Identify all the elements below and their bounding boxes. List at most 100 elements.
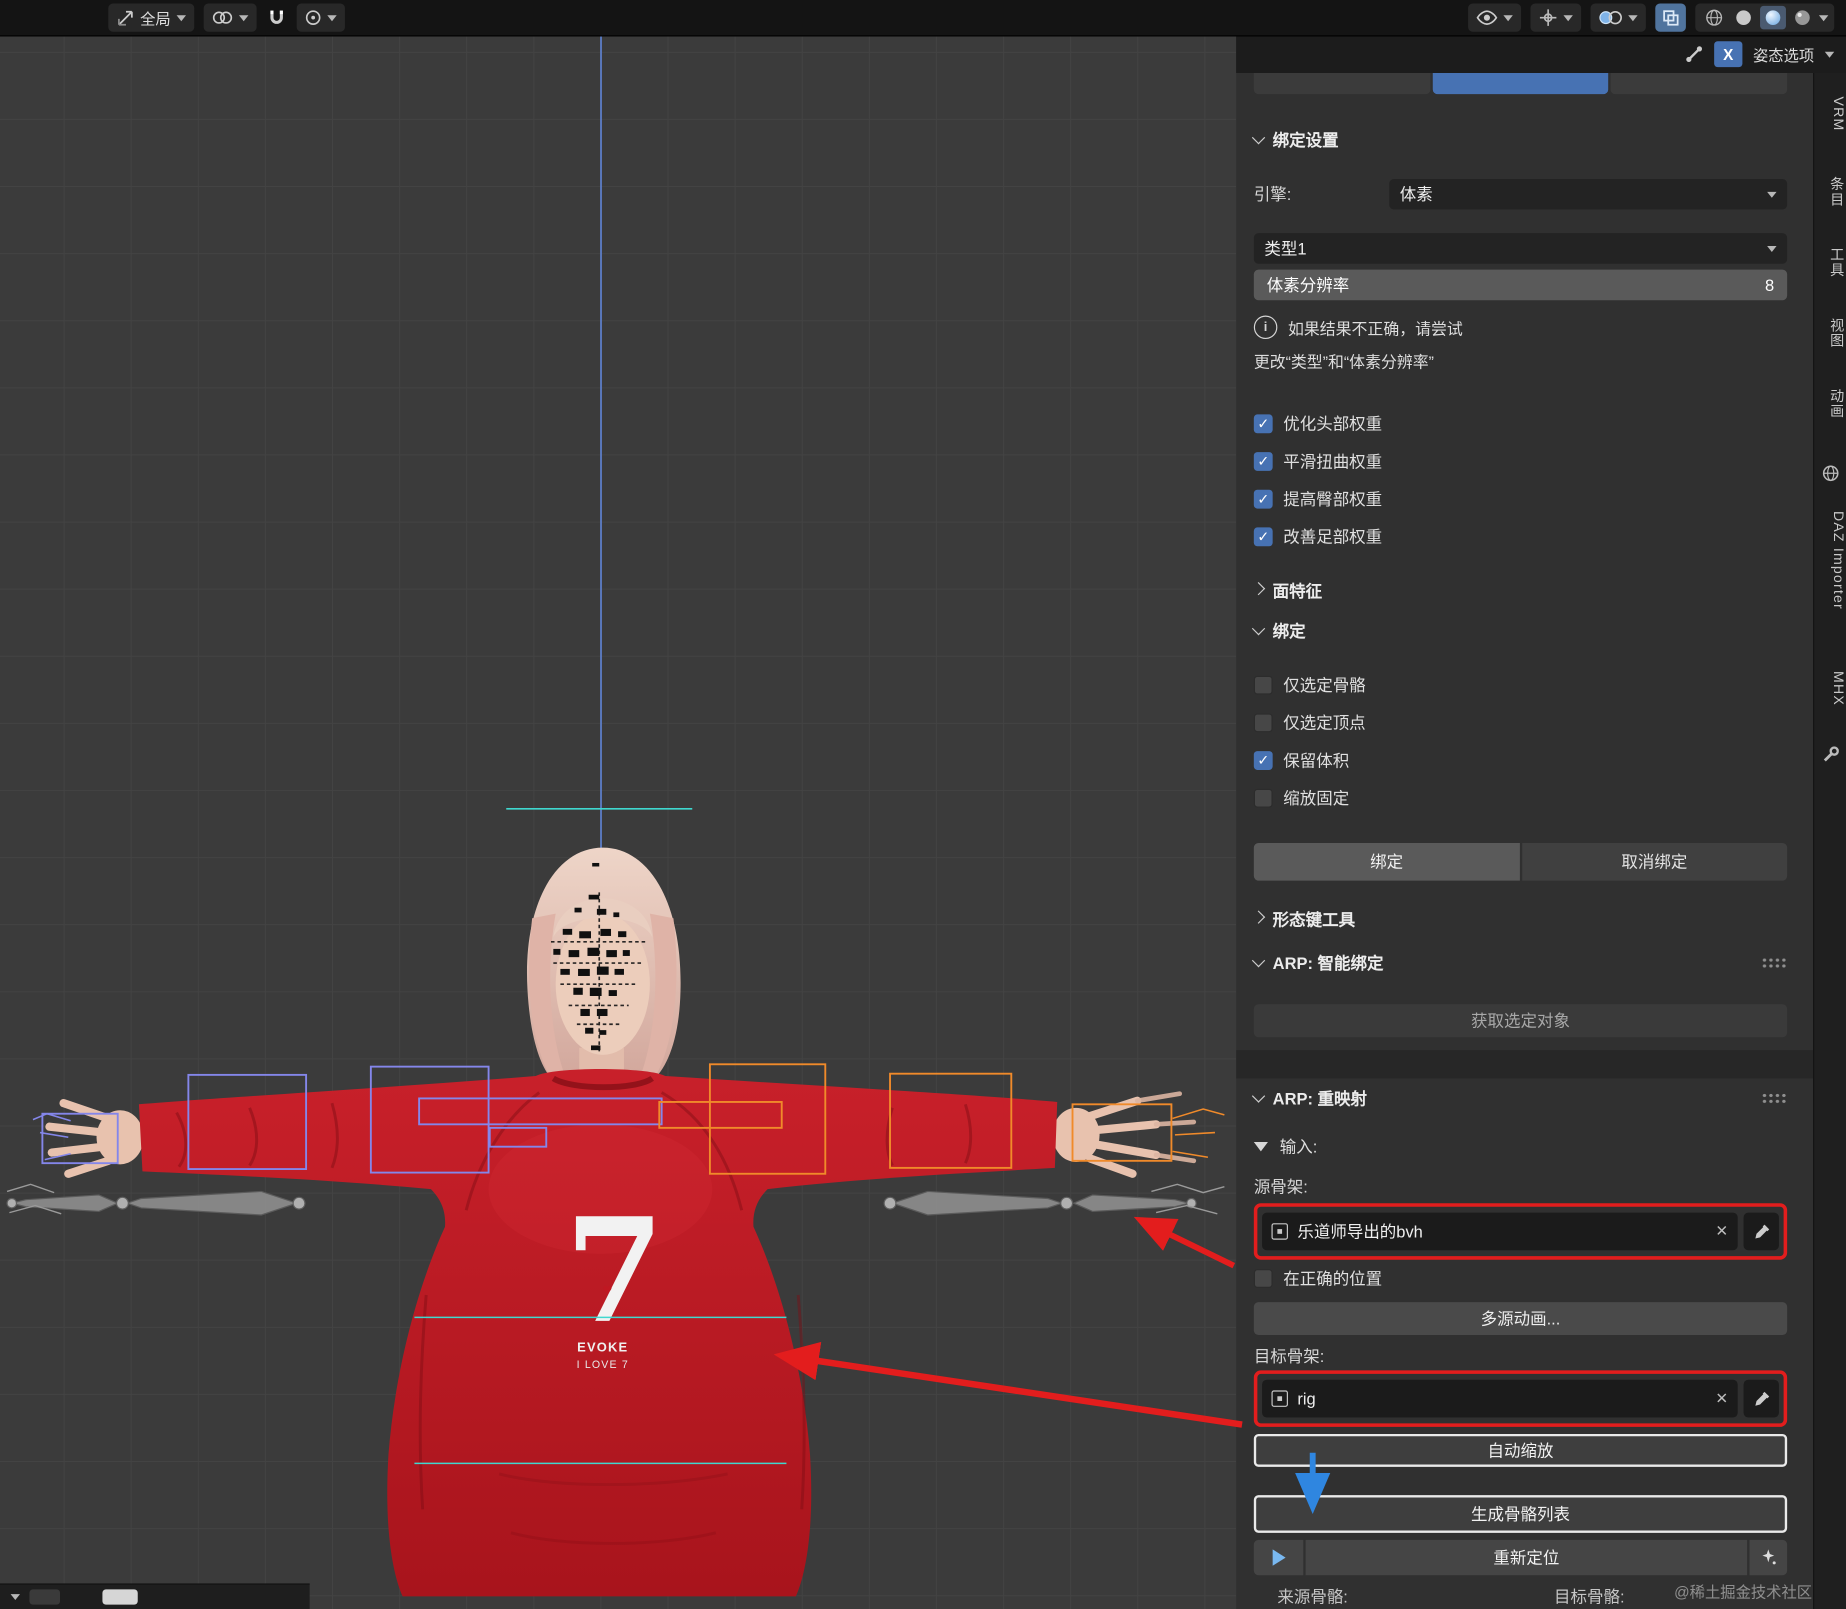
source-bones-label: 来源骨骼: <box>1277 1587 1348 1606</box>
clear-icon[interactable] <box>1715 1222 1728 1241</box>
retarget-button[interactable]: 重新定位 <box>1305 1539 1748 1576</box>
bind-section-header[interactable]: 绑定 <box>1251 617 1787 645</box>
timeline-active-button[interactable] <box>102 1589 138 1605</box>
snap-toggle[interactable] <box>266 8 287 27</box>
pose-options-label[interactable]: 姿态选项 <box>1753 43 1814 65</box>
clear-icon[interactable] <box>1715 1389 1728 1408</box>
checkbox-only-selected-verts[interactable] <box>1253 713 1273 733</box>
arp-remap-header[interactable]: ARP: 重映射 <box>1251 1083 1788 1114</box>
checkbox-optimize-head[interactable] <box>1253 414 1273 434</box>
chevron-right-icon <box>1251 910 1266 924</box>
armature-object-icon <box>1271 1223 1288 1240</box>
sidebar-tab-vrm[interactable]: VRM <box>1814 97 1846 132</box>
shape-keys-header[interactable]: 形态键工具 <box>1251 904 1787 935</box>
eye-icon <box>1476 10 1498 25</box>
bind-button[interactable]: 绑定 <box>1253 842 1520 881</box>
target-armature-label: 目标骨架: <box>1253 1346 1325 1366</box>
retarget-play-button[interactable] <box>1253 1539 1304 1576</box>
checkbox-label: 改善足部权重 <box>1283 527 1383 547</box>
timeline-corner <box>0 1583 310 1609</box>
target-armature-value: rig <box>1297 1389 1316 1409</box>
chevron-down-icon <box>1251 1089 1266 1103</box>
chevron-down-icon <box>239 14 249 21</box>
panel-grip-icon[interactable] <box>1761 1092 1788 1105</box>
checkbox-label: 仅选定骨骼 <box>1283 675 1366 695</box>
target-bones-label: 目标骨骼: <box>1554 1587 1625 1606</box>
bind-section-title: 绑定 <box>1272 621 1306 641</box>
arp-smart-header[interactable]: ARP: 智能绑定 <box>1251 948 1788 979</box>
eyedropper-button[interactable] <box>1743 1212 1779 1251</box>
source-armature-label-row: 源骨架: <box>1254 1175 1787 1199</box>
target-armature-field[interactable]: rig <box>1262 1379 1738 1418</box>
xray-toggle[interactable] <box>1655 3 1686 32</box>
checkbox-hip-weight[interactable] <box>1253 489 1273 509</box>
engine-row: 引擎: 体素 <box>1254 178 1788 210</box>
info-line1: 如果结果不正确，请尝试 <box>1287 320 1463 338</box>
shading-material-button[interactable] <box>1760 5 1786 30</box>
multi-source-button[interactable]: 多源动画... <box>1253 1302 1788 1336</box>
input-row[interactable]: 输入: <box>1253 1133 1787 1161</box>
face-features-header[interactable]: 面特征 <box>1251 577 1787 605</box>
sidebar-tab-daz-importer[interactable]: DAZ Importer <box>1814 511 1846 610</box>
checkbox-only-selected-bones[interactable] <box>1253 675 1273 695</box>
checkbox-preserve-volume[interactable] <box>1253 751 1273 770</box>
timeline-button[interactable] <box>29 1589 61 1605</box>
chevron-down-icon <box>327 14 337 21</box>
info-row-1: 如果结果不正确，请尝试 <box>1253 313 1787 341</box>
voxel-resolution-slider[interactable]: 体素分辨率 8 <box>1253 269 1788 301</box>
viewport-shading-group <box>1695 3 1835 32</box>
gizmo-icon <box>1539 9 1557 26</box>
sidebar-tab-tool[interactable]: 工具 <box>1814 247 1846 278</box>
engine-select[interactable]: 体素 <box>1389 178 1788 210</box>
proportional-editing-dropdown[interactable] <box>296 3 345 32</box>
checkbox-label: 保留体积 <box>1283 751 1350 770</box>
target-armature-label-row: 目标骨架: <box>1254 1344 1787 1368</box>
target-armature-annotated: rig <box>1253 1370 1788 1427</box>
bone-icon <box>1686 46 1703 63</box>
right-hand-fingers <box>1086 1096 1161 1178</box>
transform-orientation-dropdown[interactable]: 全局 <box>108 3 195 32</box>
mirror-x-toggle[interactable]: X <box>1714 41 1743 68</box>
chevron-down-icon <box>1824 51 1835 58</box>
rig-settings-title: 绑定设置 <box>1272 130 1339 150</box>
snap-target-dropdown[interactable] <box>203 3 257 32</box>
shading-solid-button[interactable] <box>1731 6 1757 30</box>
left-hand <box>96 1110 144 1165</box>
unbind-button[interactable]: 取消绑定 <box>1521 842 1788 881</box>
sidebar-tab-tools[interactable] <box>1814 746 1846 762</box>
in-place-label: 在正确的位置 <box>1283 1269 1383 1288</box>
get-selected-button[interactable]: 获取选定对象 <box>1253 1004 1788 1038</box>
chevron-down-icon[interactable] <box>10 1594 21 1600</box>
eyedropper-button[interactable] <box>1743 1379 1779 1418</box>
checkbox-label: 提高臀部权重 <box>1283 489 1383 509</box>
sidebar-tab-view[interactable]: 视图 <box>1814 318 1846 349</box>
shirt-logo-line1: EVOKE <box>577 1340 628 1355</box>
rendered-sphere-icon <box>1795 10 1810 25</box>
build-bones-list-button[interactable]: 生成骨骼列表 <box>1253 1495 1788 1533</box>
source-armature-field[interactable]: 乐道师导出的bvh <box>1262 1212 1738 1251</box>
checkbox-foot-weight[interactable] <box>1253 527 1273 547</box>
panel-grip-icon[interactable] <box>1761 957 1788 969</box>
shading-wireframe-button[interactable] <box>1701 6 1727 30</box>
snap-circles-icon <box>212 11 233 24</box>
type-select[interactable]: 类型1 <box>1253 233 1788 264</box>
view-object-types-dropdown[interactable] <box>1468 3 1522 32</box>
auto-scale-button[interactable]: 自动缩放 <box>1253 1433 1788 1467</box>
checkbox-label: 平滑扭曲权重 <box>1283 452 1383 471</box>
shading-rendered-button[interactable] <box>1789 6 1815 30</box>
wrench-icon <box>1823 746 1839 762</box>
overlays-dropdown[interactable] <box>1590 3 1646 32</box>
sidebar-tab-item[interactable]: 条目 <box>1814 177 1846 208</box>
checkbox-smooth-twist[interactable] <box>1253 452 1273 471</box>
gizmos-dropdown[interactable] <box>1530 3 1582 32</box>
checkbox-scale-fix[interactable] <box>1253 788 1273 808</box>
retarget-presets-button[interactable] <box>1749 1539 1788 1576</box>
triangle-down-icon <box>1253 1141 1268 1152</box>
sidebar-tab-animation[interactable]: 动画 <box>1814 389 1846 420</box>
checkbox-in-place[interactable] <box>1253 1269 1273 1288</box>
sidebar-tab-mhx[interactable]: MHX <box>1814 671 1846 706</box>
chevron-down-icon <box>1767 245 1777 252</box>
rig-settings-header[interactable]: 绑定设置 <box>1251 125 1787 156</box>
3d-viewport[interactable]: 7 ♥ EVOKE I LOVE 7 <box>0 35 1237 1609</box>
sidebar-tab-globe[interactable] <box>1814 464 1846 483</box>
